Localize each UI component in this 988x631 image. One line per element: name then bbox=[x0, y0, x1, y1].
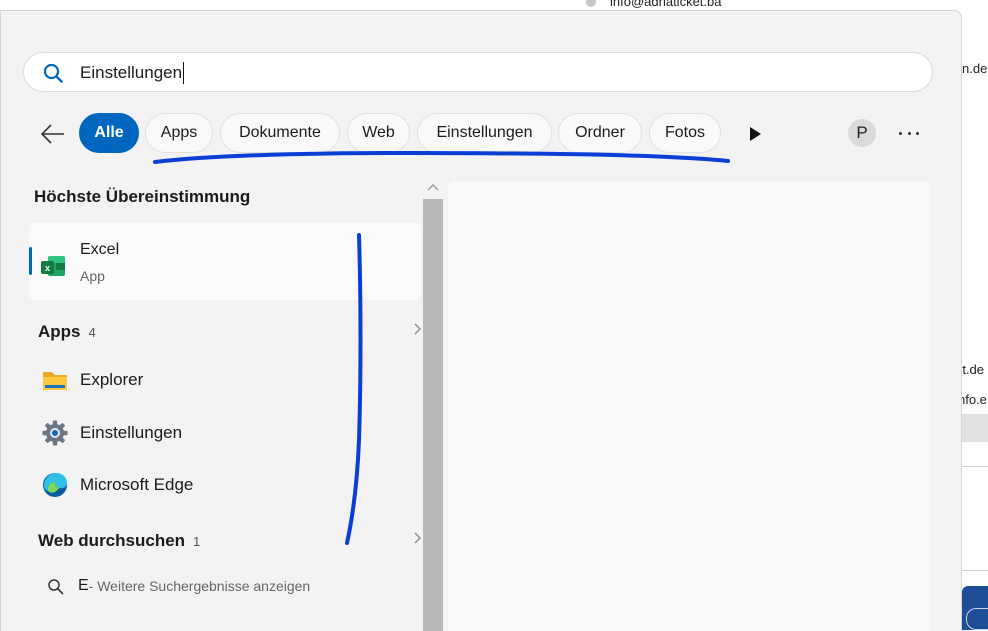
arrow-left-icon[interactable] bbox=[39, 123, 67, 145]
svg-text:x: x bbox=[45, 263, 50, 273]
filter-chip-einstellungen[interactable]: Einstellungen bbox=[417, 113, 552, 153]
background-button[interactable] bbox=[962, 586, 988, 630]
excel-icon: x bbox=[41, 256, 65, 276]
web-search-hint: - Weitere Suchergebnisse anzeigen bbox=[88, 578, 311, 594]
search-icon bbox=[43, 63, 63, 83]
apps-heading-label: Apps bbox=[38, 322, 81, 341]
web-search-query: E bbox=[78, 577, 89, 594]
background-divider bbox=[962, 466, 988, 467]
chevron-right-icon[interactable] bbox=[414, 532, 422, 544]
best-match-heading: Höchste Übereinstimmung bbox=[34, 187, 251, 206]
web-heading[interactable]: Web durchsuchen 1 bbox=[38, 531, 200, 551]
search-query: Einstellungen bbox=[80, 63, 183, 82]
filter-chip-dokumente[interactable]: Dokumente bbox=[220, 113, 340, 153]
list-item-explorer[interactable]: Explorer bbox=[41, 363, 143, 397]
filter-chip-alle[interactable]: Alle bbox=[79, 113, 139, 153]
best-match-kind: App bbox=[80, 268, 105, 284]
list-item-label: Microsoft Edge bbox=[80, 475, 194, 494]
web-heading-label: Web durchsuchen bbox=[38, 531, 186, 550]
background-table-header bbox=[962, 414, 988, 442]
folder-icon bbox=[43, 372, 67, 390]
background-email-row: info@adriaticket.ba bbox=[586, 0, 721, 9]
text-caret bbox=[183, 62, 185, 84]
web-count: 1 bbox=[193, 534, 201, 549]
filter-chip-ordner[interactable]: Ordner bbox=[558, 113, 642, 153]
background-snippet: n.de bbox=[962, 61, 988, 76]
status-dot-icon bbox=[586, 0, 596, 7]
list-item-einstellungen[interactable]: Einstellungen bbox=[41, 416, 182, 450]
background-divider bbox=[962, 570, 988, 571]
ellipsis-icon[interactable] bbox=[899, 132, 919, 138]
best-match-item[interactable]: x Excel App bbox=[29, 223, 421, 300]
search-icon bbox=[48, 578, 64, 594]
web-search-item[interactable]: E - Weitere Suchergebnisse anzeigen bbox=[47, 577, 310, 595]
background-snippet: nfo.e bbox=[958, 392, 987, 407]
filter-chip-fotos[interactable]: Fotos bbox=[649, 113, 721, 153]
search-flyout: Einstellungen Alle Apps Dokumente Web Ei… bbox=[0, 10, 962, 631]
background-email: info@adriaticket.ba bbox=[610, 0, 722, 9]
edge-icon bbox=[43, 473, 67, 497]
chevron-up-icon[interactable] bbox=[427, 182, 439, 192]
preview-pane bbox=[448, 181, 930, 631]
list-item-label: Explorer bbox=[80, 370, 144, 389]
list-item-label: Einstellungen bbox=[80, 423, 183, 442]
filter-chip-web[interactable]: Web bbox=[347, 113, 410, 153]
gear-icon bbox=[42, 420, 68, 446]
selection-indicator bbox=[29, 247, 32, 275]
filter-chip-apps[interactable]: Apps bbox=[145, 113, 213, 153]
play-arrow-icon[interactable] bbox=[748, 126, 762, 142]
apps-count: 4 bbox=[88, 325, 96, 340]
search-input[interactable]: Einstellungen bbox=[23, 52, 933, 92]
apps-heading[interactable]: Apps 4 bbox=[38, 322, 96, 342]
chevron-right-icon[interactable] bbox=[414, 323, 422, 335]
best-match-name: Excel bbox=[80, 241, 120, 258]
avatar[interactable]: P bbox=[848, 119, 876, 147]
list-item-microsoft-edge[interactable]: Microsoft Edge bbox=[41, 468, 193, 502]
scrollbar-thumb[interactable] bbox=[423, 199, 443, 631]
